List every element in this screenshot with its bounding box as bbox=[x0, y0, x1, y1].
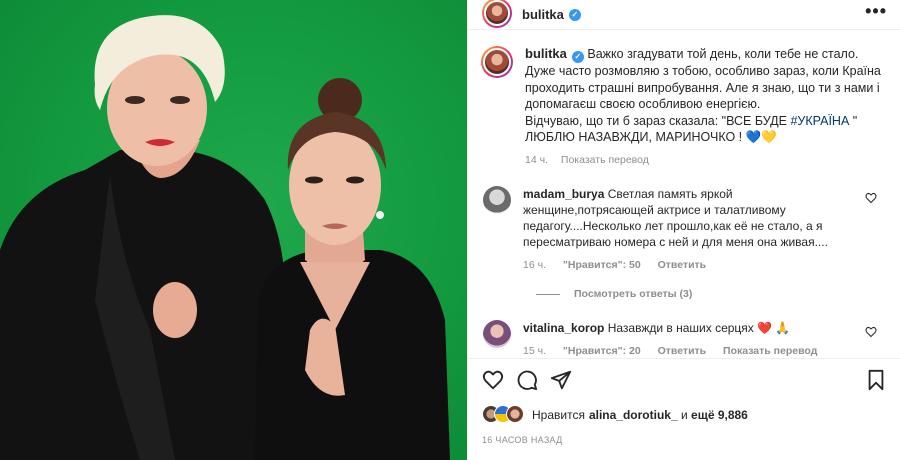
comment-text: Назавжди в наших серцях ❤️ 🙏 bbox=[607, 321, 791, 335]
hashtag-link[interactable]: #УКРАЇНА bbox=[790, 114, 849, 128]
liker-avatars bbox=[482, 405, 524, 425]
comment-likes[interactable]: "Нравится": 50 bbox=[563, 259, 641, 271]
heart-icon[interactable] bbox=[482, 369, 504, 391]
likes-count[interactable]: ещё 9,886 bbox=[691, 408, 748, 422]
post-header: bulitka ✓ ••• bbox=[468, 0, 900, 30]
verified-icon: ✓ bbox=[568, 8, 581, 21]
bookmark-icon[interactable] bbox=[865, 369, 887, 391]
post-side-panel: bulitka ✓ ••• bulitka ✓ Важко згадувати т… bbox=[467, 0, 900, 460]
post-actions-bar: Нравится alina_dorotiuk_ и ещё 9,886 16 … bbox=[468, 358, 900, 460]
comment-item: madam_burya Светлая память яркой женщине… bbox=[481, 186, 891, 273]
likes-prefix: Нравится bbox=[532, 408, 585, 422]
author-avatar[interactable] bbox=[482, 0, 512, 28]
comment-time: 16 ч. bbox=[523, 259, 546, 271]
post-date[interactable]: 16 ЧАСОВ НАЗАД bbox=[482, 435, 563, 445]
likes-and: и bbox=[677, 408, 692, 422]
caption-line3: ЛЮБЛЮ НАЗАВЖДИ, МАРИНОЧКО ! 💙💛 bbox=[525, 130, 777, 144]
caption-text: bulitka ✓ Важко згадувати той день, коли … bbox=[525, 46, 890, 146]
verified-icon: ✓ bbox=[571, 51, 584, 63]
comment-item: vitalina_korop Назавжди в наших серцях ❤… bbox=[481, 320, 891, 358]
caption-time: 14 ч. bbox=[525, 153, 548, 166]
commenter-username[interactable]: madam_burya bbox=[523, 187, 604, 201]
comment-likes[interactable]: "Нравится": 20 bbox=[563, 345, 641, 357]
author-username[interactable]: bulitka bbox=[522, 7, 564, 22]
post-photo[interactable] bbox=[0, 0, 467, 460]
view-replies-label: Посмотреть ответы (3) bbox=[574, 288, 693, 300]
comment-meta: 16 ч. "Нравится": 50 Ответить bbox=[523, 257, 863, 273]
reply-button[interactable]: Ответить bbox=[658, 259, 707, 271]
view-replies-button[interactable]: Посмотреть ответы (3) bbox=[536, 288, 692, 300]
instagram-post-view: bulitka ✓ ••• bulitka ✓ Важко згадувати т… bbox=[0, 0, 900, 460]
commenter-avatar[interactable] bbox=[483, 320, 511, 348]
liker-avatar[interactable] bbox=[506, 405, 524, 423]
comment-time: 15 ч. bbox=[523, 345, 546, 357]
caption-line2-end: " bbox=[849, 113, 858, 128]
heart-outline-icon[interactable] bbox=[865, 326, 877, 338]
liker-username[interactable]: alina_dorotiuk_ bbox=[589, 408, 678, 422]
commenter-username[interactable]: vitalina_korop bbox=[523, 321, 604, 335]
likes-summary: Нравится alina_dorotiuk_ и ещё 9,886 bbox=[482, 405, 748, 425]
photo-illustration bbox=[0, 15, 450, 460]
commenter-avatar[interactable] bbox=[483, 186, 511, 214]
replies-divider bbox=[536, 293, 560, 295]
reply-button[interactable]: Ответить bbox=[658, 345, 707, 357]
more-icon[interactable]: ••• bbox=[865, 1, 887, 22]
comments-scroll-area[interactable]: bulitka ✓ Важко згадувати той день, коли … bbox=[468, 38, 900, 358]
comment-icon[interactable] bbox=[516, 369, 538, 391]
show-translation-button[interactable]: Показать перевод bbox=[561, 154, 649, 166]
show-translation-button[interactable]: Показать перевод bbox=[723, 345, 817, 357]
caption-username[interactable]: bulitka bbox=[525, 46, 567, 61]
caption-meta: 14 ч. Показать перевод bbox=[525, 152, 890, 169]
caption-line2: Відчуваю, що ти б зараз сказала: "ВСЕ БУ… bbox=[525, 113, 791, 128]
share-icon[interactable] bbox=[550, 369, 572, 391]
caption-avatar[interactable] bbox=[481, 46, 513, 78]
comment-meta: 15 ч. "Нравится": 20 Ответить Показать п… bbox=[523, 343, 863, 358]
heart-outline-icon[interactable] bbox=[865, 192, 877, 204]
post-caption: bulitka ✓ Важко згадувати той день, коли … bbox=[481, 46, 891, 168]
